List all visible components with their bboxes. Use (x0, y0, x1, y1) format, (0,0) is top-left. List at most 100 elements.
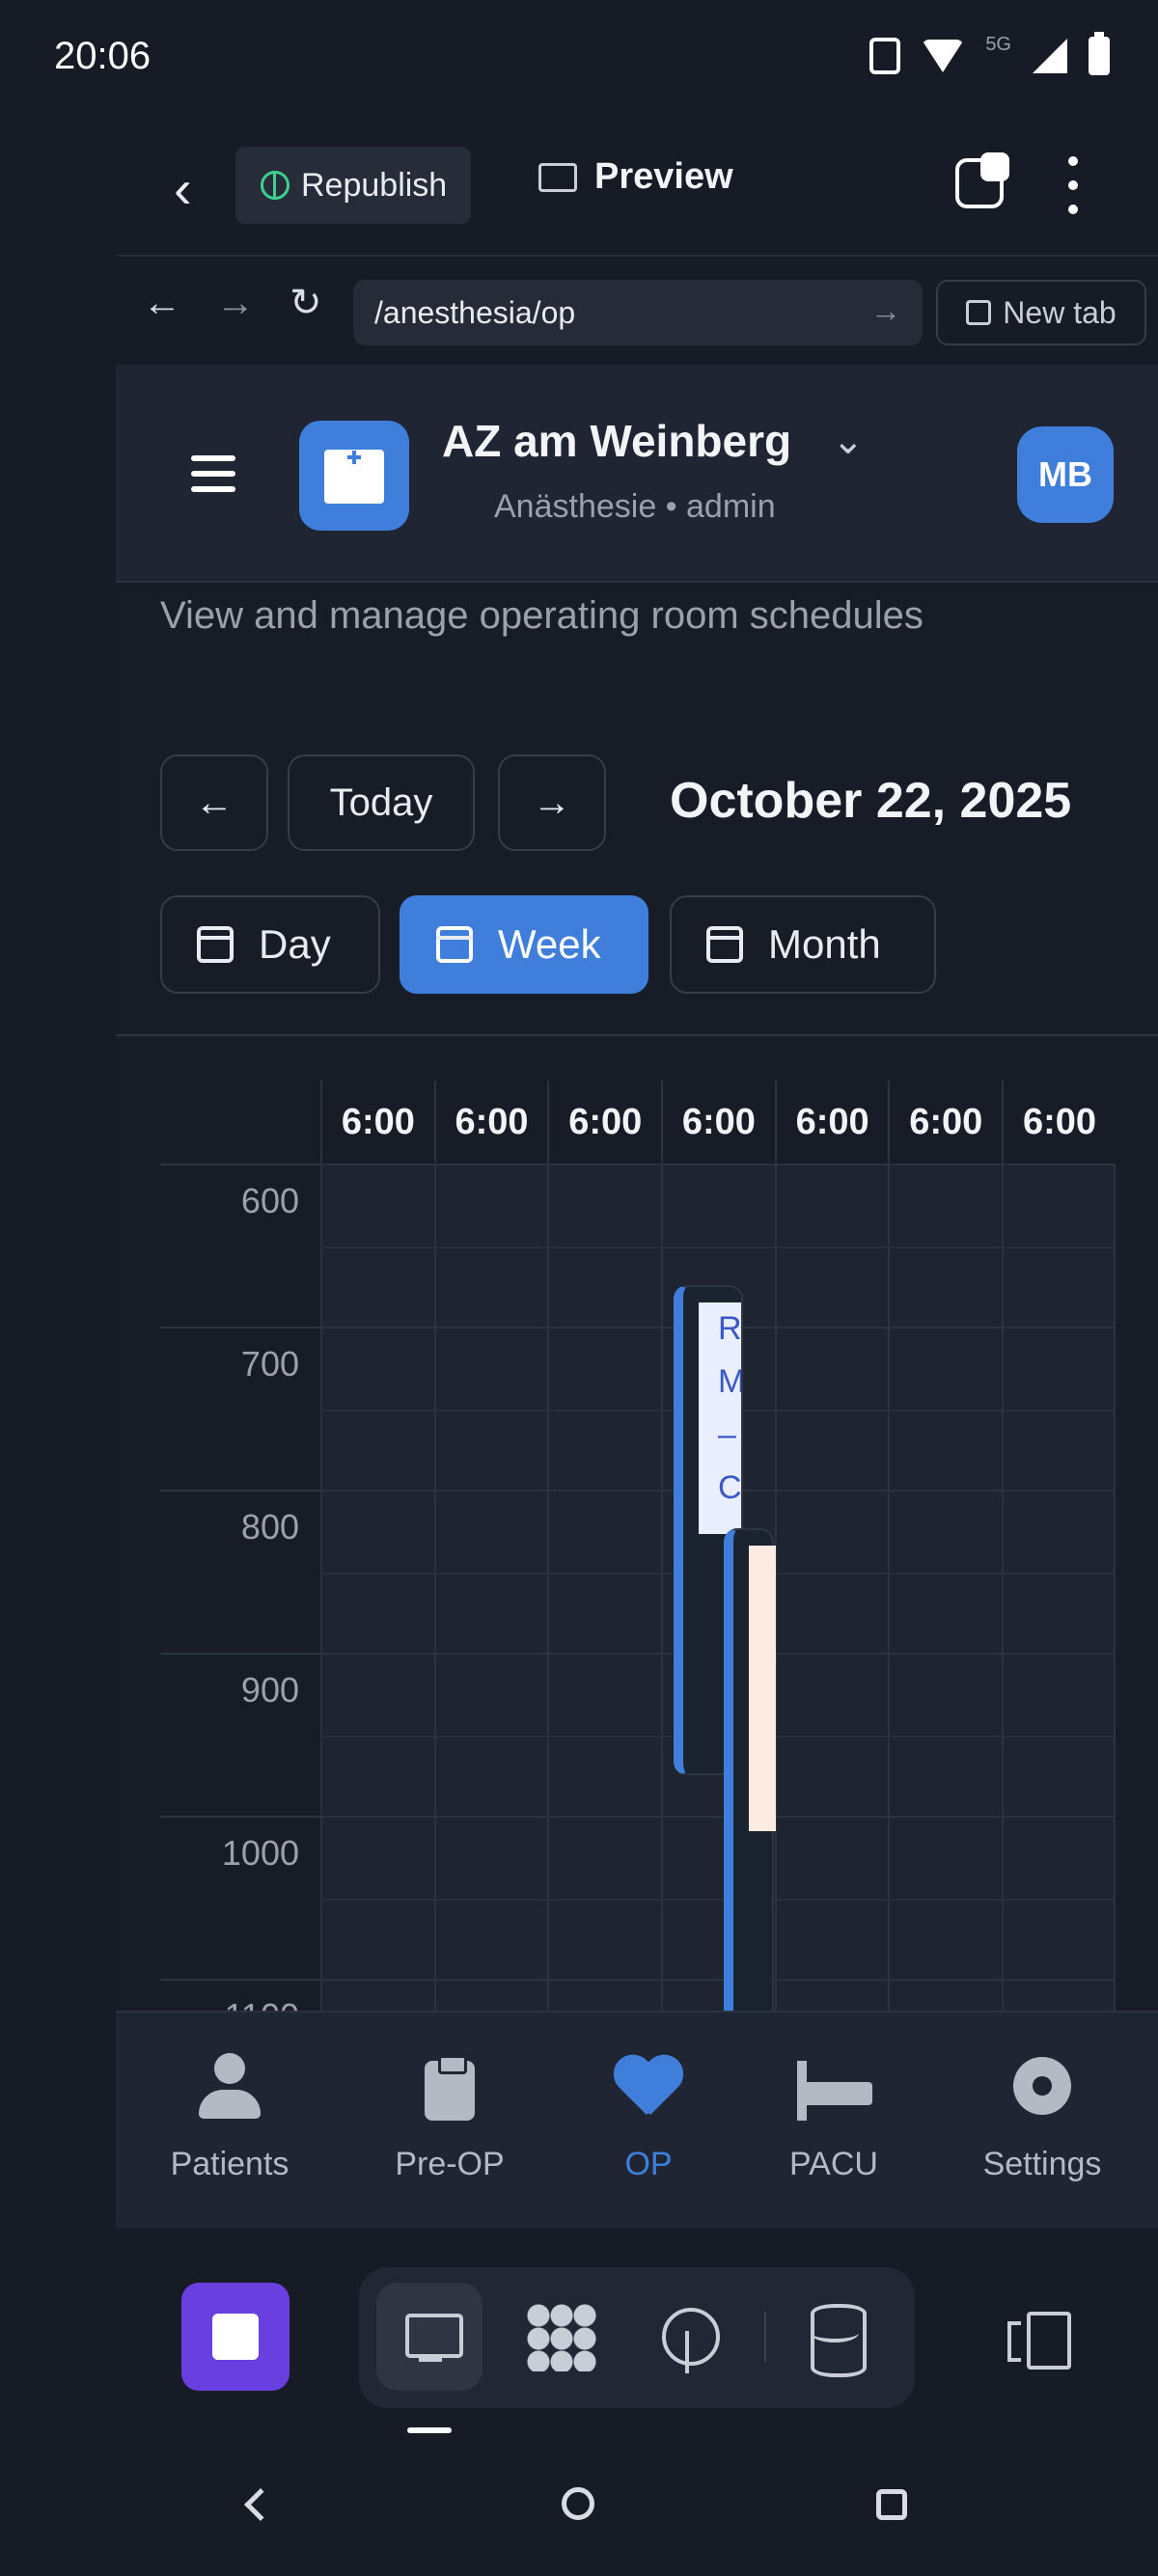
hospital-icon (299, 421, 409, 531)
nav-settings[interactable]: Settings (955, 2053, 1129, 2183)
system-recents-icon[interactable] (876, 2489, 907, 2520)
calendar-icon (436, 926, 473, 963)
external-link-icon (966, 300, 992, 325)
hour-label: 900 (240, 1670, 299, 1710)
main-content: View and manage operating room schedules… (116, 583, 1158, 2011)
calendar-body: 600 700 800 900 1000 1100 R M – C (160, 1164, 1116, 2011)
browser-forward-icon[interactable]: → (216, 284, 255, 322)
back-icon[interactable]: ‹ (174, 162, 192, 216)
monitor-icon (538, 162, 577, 192)
week-view-button[interactable]: Week (400, 895, 648, 994)
event-card: R M – C (699, 1302, 741, 1534)
clipboard-icon (411, 2053, 488, 2121)
url-text: /anesthesia/op (374, 294, 576, 330)
tabs-icon[interactable] (955, 152, 1009, 208)
go-arrow-icon[interactable]: → (870, 293, 901, 329)
nav-label: Pre-OP (395, 2146, 505, 2182)
hour-label: 700 (240, 1344, 299, 1384)
hour-row: 1100 (160, 1981, 1116, 2011)
preview-label: Preview (594, 156, 733, 197)
month-view-button[interactable]: Month (670, 895, 936, 994)
day-headers: 6:00 6:00 6:00 6:00 6:00 6:00 6:00 (320, 1081, 1116, 1164)
dock (0, 2229, 1158, 2431)
dock-separator (764, 2312, 766, 2362)
day-view-button[interactable]: Day (160, 895, 380, 994)
more-options-icon[interactable] (1067, 156, 1079, 214)
nav-pre-op[interactable]: Pre-OP (363, 2053, 537, 2183)
monitor-icon[interactable] (376, 2283, 482, 2391)
globe-icon (261, 171, 290, 200)
week-view-label: Week (498, 921, 601, 967)
users-icon (191, 2053, 268, 2121)
today-button[interactable]: Today (288, 754, 475, 851)
day-header: 6:00 (661, 1081, 775, 1164)
new-tab-label: New tab (1003, 294, 1117, 330)
panels-icon[interactable] (1007, 2312, 1071, 2370)
month-view-label: Month (768, 921, 881, 967)
system-nav (0, 2451, 1158, 2576)
new-tab-button[interactable]: New tab (936, 280, 1146, 345)
nav-patients[interactable]: Patients (143, 2053, 317, 2183)
apps-icon[interactable] (506, 2283, 612, 2391)
stop-button[interactable] (181, 2283, 290, 2391)
hour-row: 700 (160, 1329, 1116, 1492)
day-header: 6:00 (433, 1081, 548, 1164)
wifi-icon (922, 40, 965, 72)
event-text (753, 1652, 776, 1705)
nfc-icon (869, 38, 901, 74)
chevron-down-icon[interactable]: ⌄ (832, 419, 865, 463)
hour-label: 600 (240, 1181, 299, 1220)
nav-pacu[interactable]: PACU (747, 2053, 921, 2183)
dock-handle (407, 2427, 452, 2433)
event-text: – (718, 1416, 736, 1453)
system-back-icon[interactable] (244, 2488, 277, 2521)
dock-tool-group (359, 2267, 915, 2408)
day-header: 6:00 (1002, 1081, 1116, 1164)
nav-op[interactable]: OP (562, 2053, 735, 2183)
calendar-icon (706, 926, 743, 963)
nav-label: OP (624, 2146, 673, 2182)
day-view-label: Day (259, 921, 331, 967)
app-header: AZ am Weinberg ⌄ Anästhesie • admin MB (116, 365, 1158, 583)
next-button[interactable]: → (498, 754, 606, 851)
event-text (753, 1546, 776, 1599)
preview-button[interactable]: Preview (538, 156, 733, 198)
previous-button[interactable]: ← (160, 754, 268, 851)
nav-label: Patients (170, 2146, 290, 2182)
calendar-event[interactable] (724, 1528, 776, 2011)
menu-icon[interactable] (191, 455, 235, 492)
heartbeat-icon (610, 2053, 687, 2121)
org-name[interactable]: AZ am Weinberg (442, 415, 791, 467)
page-description: View and manage operating room schedules (160, 594, 924, 637)
app-toolbar: ‹ Republish Preview (116, 135, 1158, 251)
divider (116, 1034, 1158, 1036)
browser-back-icon[interactable]: ← (143, 284, 181, 322)
hour-row: 900 (160, 1655, 1116, 1818)
day-header: 6:00 (320, 1081, 434, 1164)
avatar[interactable]: MB (1017, 426, 1114, 523)
hour-row: 800 (160, 1492, 1116, 1655)
browser-bar: ← → ↻ /anesthesia/op → New tab (116, 255, 1158, 363)
current-date: October 22, 2025 (670, 773, 1072, 829)
bed-icon (795, 2053, 872, 2121)
hour-label: 1000 (221, 1833, 299, 1873)
database-icon[interactable] (782, 2283, 888, 2391)
event-card (749, 1546, 776, 1831)
calendar-grid: 6:00 6:00 6:00 6:00 6:00 6:00 6:00 600 7… (160, 1081, 1116, 2011)
status-icons: 5G (869, 32, 1110, 75)
antenna-icon[interactable] (635, 2283, 741, 2391)
url-field[interactable]: /anesthesia/op → (353, 280, 923, 345)
event-text (753, 1599, 776, 1652)
gear-icon (1004, 2053, 1081, 2121)
event-text: R (718, 1310, 741, 1347)
hour-label: 1100 (160, 1996, 299, 2011)
republish-button[interactable]: Republish (235, 147, 471, 224)
hour-row: 600 (160, 1165, 1116, 1329)
system-home-icon[interactable] (562, 2487, 594, 2520)
org-subtitle: Anästhesie • admin (494, 488, 776, 525)
day-header: 6:00 (888, 1081, 1002, 1164)
battery-icon (1089, 32, 1110, 75)
day-header: 6:00 (547, 1081, 661, 1164)
nav-label: Settings (982, 2146, 1102, 2182)
reload-icon[interactable]: ↻ (290, 284, 322, 322)
